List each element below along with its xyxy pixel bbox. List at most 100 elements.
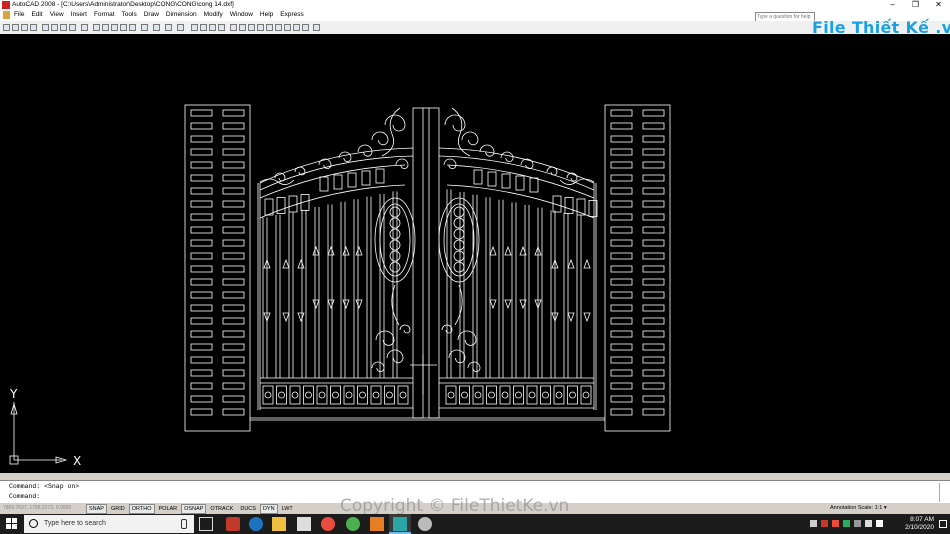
store-icon[interactable] bbox=[297, 517, 311, 531]
toolbar-tool-icon[interactable] bbox=[60, 24, 67, 31]
left-pillar-slat bbox=[190, 148, 213, 156]
command-scrollbar[interactable] bbox=[939, 483, 948, 502]
toolbar-tool-icon[interactable] bbox=[209, 24, 216, 31]
right-pillar-slat bbox=[642, 265, 665, 273]
file-explorer-icon[interactable] bbox=[272, 517, 286, 531]
network-cloud-icon[interactable] bbox=[810, 520, 817, 527]
left-medallion-scroll bbox=[389, 239, 401, 251]
language-icon[interactable] bbox=[876, 520, 883, 527]
dyn-toggle[interactable]: DYN bbox=[259, 504, 278, 514]
toolbar-tool-icon[interactable] bbox=[293, 24, 300, 31]
left-lower-scroll bbox=[399, 324, 411, 334]
menu-dimension[interactable]: Dimension bbox=[166, 11, 197, 18]
toolbar-tool-icon[interactable] bbox=[30, 24, 37, 31]
toolbar-tool-icon[interactable] bbox=[165, 24, 172, 31]
toolbar-tool-icon[interactable] bbox=[21, 24, 28, 31]
toolbar-tool-icon[interactable] bbox=[230, 24, 237, 31]
toolbar-tool-icon[interactable] bbox=[177, 24, 184, 31]
left-pillar-slat bbox=[190, 122, 213, 130]
toolbar-tool-icon[interactable] bbox=[266, 24, 273, 31]
toolbar-tool-icon[interactable] bbox=[120, 24, 127, 31]
document-icon[interactable] bbox=[3, 11, 10, 19]
toolbar-tool-icon[interactable] bbox=[257, 24, 264, 31]
toolbar-tool-icon[interactable] bbox=[191, 24, 198, 31]
toolbar-tool-icon[interactable] bbox=[69, 24, 76, 31]
clock[interactable]: 8:07 AM 2/10/2020 bbox=[905, 516, 934, 532]
annotation-scale[interactable]: Annotation Scale: 1:1 ▾ bbox=[830, 505, 887, 511]
menu-modify[interactable]: Modify bbox=[204, 11, 223, 18]
left-spear bbox=[282, 312, 290, 323]
toolbar-tool-icon[interactable] bbox=[218, 24, 225, 31]
toolbar-tool-icon[interactable] bbox=[313, 24, 320, 31]
snap-toggle[interactable]: SNAP bbox=[86, 504, 107, 514]
otrack-toggle[interactable]: OTRACK bbox=[207, 504, 236, 514]
lwt-toggle[interactable]: LWT bbox=[279, 504, 296, 514]
menu-insert[interactable]: Insert bbox=[71, 11, 87, 18]
polar-toggle[interactable]: POLAR bbox=[156, 504, 181, 514]
volume-icon[interactable] bbox=[865, 520, 872, 527]
toolbar-tool-icon[interactable] bbox=[81, 24, 88, 31]
grid-toggle[interactable]: GRID bbox=[108, 504, 128, 514]
toolbar-tool-icon[interactable] bbox=[284, 24, 291, 31]
menu-tools[interactable]: Tools bbox=[122, 11, 137, 18]
toolbar-tool-icon[interactable] bbox=[141, 24, 148, 31]
drawing-canvas[interactable]: YX bbox=[0, 34, 950, 473]
toolbar-tool-icon[interactable] bbox=[275, 24, 282, 31]
app-icon-2[interactable] bbox=[346, 517, 360, 531]
autocad-taskbar-icon[interactable] bbox=[393, 517, 407, 531]
right-center-post bbox=[428, 107, 440, 419]
menu-view[interactable]: View bbox=[50, 11, 64, 18]
chrome-icon[interactable] bbox=[321, 517, 335, 531]
toolbar-tool-icon[interactable] bbox=[153, 24, 160, 31]
battery-icon[interactable] bbox=[854, 520, 861, 527]
command-prompt-line[interactable]: Command: bbox=[9, 493, 40, 500]
toolbar-tool-icon[interactable] bbox=[129, 24, 136, 31]
app-icon-4[interactable] bbox=[418, 517, 432, 531]
left-top-panel bbox=[264, 198, 274, 216]
toolbar-tool-icon[interactable] bbox=[42, 24, 49, 31]
toolbar-tool-icon[interactable] bbox=[302, 24, 309, 31]
menu-help[interactable]: Help bbox=[260, 11, 273, 18]
task-view-icon[interactable] bbox=[199, 517, 213, 531]
right-lower-scroll bbox=[467, 361, 481, 372]
close-button[interactable]: ✕ bbox=[927, 0, 950, 10]
toolbar-tool-icon[interactable] bbox=[111, 24, 118, 31]
menu-express[interactable]: Express bbox=[280, 11, 303, 18]
right-crest-scroll bbox=[443, 158, 457, 169]
ducs-toggle[interactable]: DUCS bbox=[237, 504, 259, 514]
help-search-input[interactable] bbox=[756, 13, 814, 21]
toolbar-tool-icon[interactable] bbox=[102, 24, 109, 31]
minimize-button[interactable]: – bbox=[881, 0, 904, 10]
microphone-icon[interactable] bbox=[181, 519, 187, 529]
tray-app-icon[interactable] bbox=[821, 520, 828, 527]
autocad-app-icon[interactable] bbox=[2, 1, 10, 9]
menu-format[interactable]: Format bbox=[94, 11, 115, 18]
app-icon-3[interactable] bbox=[370, 517, 384, 531]
osnap-toggle[interactable]: OSNAP bbox=[181, 504, 207, 514]
toolbar-tool-icon[interactable] bbox=[93, 24, 100, 31]
taskbar-search[interactable]: Type here to search bbox=[24, 515, 194, 533]
maximize-button[interactable]: ❐ bbox=[904, 0, 927, 10]
toolbar-tool-icon[interactable] bbox=[3, 24, 10, 31]
menu-file[interactable]: File bbox=[14, 11, 24, 18]
right-pillar-slat bbox=[610, 174, 633, 182]
tray-app-icon-3[interactable] bbox=[843, 520, 850, 527]
toolbar-tool-icon[interactable] bbox=[200, 24, 207, 31]
app-icon-1[interactable] bbox=[226, 517, 240, 531]
toolbar-tool-icon[interactable] bbox=[12, 24, 19, 31]
annotation-scale-value[interactable]: 1:1 bbox=[875, 505, 883, 511]
left-base-panel bbox=[343, 385, 355, 405]
menu-window[interactable]: Window bbox=[230, 11, 253, 18]
menu-draw[interactable]: Draw bbox=[144, 11, 159, 18]
notification-icon[interactable] bbox=[939, 520, 947, 528]
toolbar-tool-icon[interactable] bbox=[51, 24, 58, 31]
menu-edit[interactable]: Edit bbox=[31, 11, 42, 18]
edge-browser-icon[interactable] bbox=[249, 517, 263, 531]
left-pillar-slat bbox=[190, 330, 213, 338]
windows-start-icon[interactable] bbox=[6, 518, 17, 529]
ortho-toggle[interactable]: ORTHO bbox=[128, 504, 155, 514]
tray-app-icon-2[interactable] bbox=[832, 520, 839, 527]
right-base-motif bbox=[528, 391, 536, 399]
toolbar-tool-icon[interactable] bbox=[248, 24, 255, 31]
toolbar-tool-icon[interactable] bbox=[239, 24, 246, 31]
